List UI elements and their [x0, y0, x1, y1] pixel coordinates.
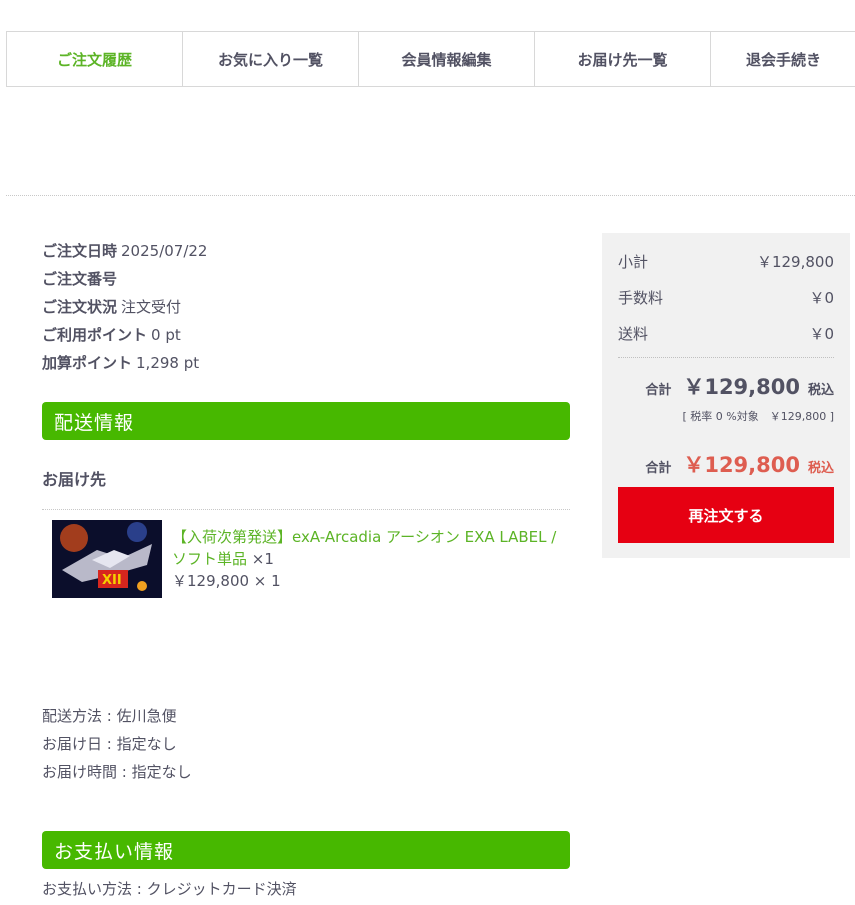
product-name-link[interactable]: 【入荷次第発送】exA-Arcadia アーシオン EXA LABEL / ソフ…	[172, 526, 572, 570]
svg-text:XII: XII	[102, 573, 122, 588]
subtotal-row: 小計 ￥129,800	[618, 251, 834, 272]
tab-order-history[interactable]: ご注文履歴	[7, 32, 183, 86]
fee-value: ￥0	[809, 289, 834, 307]
product-thumbnail[interactable]: XII	[52, 520, 162, 598]
grand-total-row: 合計 ￥129,800 税込	[618, 449, 834, 479]
fee-label: 手数料	[618, 289, 664, 307]
tax-rate-note: [ 税率 0 %対象 ￥129,800 ]	[682, 410, 834, 423]
subtotal-label: 小計	[618, 253, 649, 271]
shipping-section-header: 配送情報	[42, 402, 570, 440]
used-points-value: 0 pt	[151, 326, 181, 344]
mypage-nav-tabs: ご注文履歴 お気に入り一覧 会員情報編集 お届け先一覧 退会手続き	[6, 31, 855, 87]
order-summary-box: 小計 ￥129,800 手数料 ￥0 送料 ￥0 合計 ￥129,800 税込 …	[602, 233, 850, 558]
shipping-fee-value: ￥0	[809, 325, 834, 343]
order-status-value: 注文受付	[121, 298, 182, 316]
grand-total-value: ￥129,800	[683, 453, 800, 477]
added-points-value: 1,298 pt	[136, 354, 200, 372]
tab-withdraw[interactable]: 退会手続き	[711, 32, 855, 86]
payment-section-header: お支払い情報	[42, 831, 570, 869]
shipping-details: 配送方法 : 佐川急便 お届け日 : 指定なし お届け時間 : 指定なし	[42, 702, 192, 786]
product-quantity: ×1	[251, 550, 274, 568]
order-date-label: ご注文日時	[42, 242, 118, 260]
product-name: 【入荷次第発送】exA-Arcadia アーシオン EXA LABEL / ソフ…	[172, 528, 557, 568]
total-tax-label: 税込	[807, 383, 834, 398]
grand-total-label: 合計	[645, 461, 672, 476]
delivery-date: お届け日 : 指定なし	[42, 735, 177, 753]
subtotal-value: ￥129,800	[756, 253, 834, 271]
total-value: ￥129,800	[683, 375, 800, 399]
payment-method: お支払い方法 : クレジットカード決済	[42, 880, 297, 898]
summary-divider	[618, 357, 834, 358]
reorder-button[interactable]: 再注文する	[618, 487, 834, 543]
order-date-value: 2025/07/22	[121, 242, 208, 260]
destination-divider	[42, 509, 570, 510]
grand-total-tax-label: 税込	[807, 461, 834, 476]
order-info: ご注文日時 2025/07/22 ご注文番号 ご注文状況 注文受付 ご利用ポイント 0…	[42, 237, 207, 377]
delivery-time: お届け時間 : 指定なし	[42, 763, 192, 781]
added-points-label: 加算ポイント	[42, 354, 133, 372]
shipping-fee-row: 送料 ￥0	[618, 323, 834, 344]
shipping-method: 配送方法 : 佐川急便	[42, 707, 177, 725]
shipping-fee-label: 送料	[618, 325, 649, 343]
tab-favorites[interactable]: お気に入り一覧	[183, 32, 359, 86]
total-label: 合計	[645, 383, 672, 398]
order-number-label: ご注文番号	[42, 270, 118, 288]
order-status-label: ご注文状況	[42, 298, 118, 316]
tab-member-info[interactable]: 会員情報編集	[359, 32, 535, 86]
total-row: 合計 ￥129,800 税込	[618, 371, 834, 401]
used-points-label: ご利用ポイント	[42, 326, 148, 344]
product-price-line: ￥129,800 × 1	[172, 572, 281, 590]
destination-title: お届け先	[42, 470, 107, 489]
tab-delivery-addresses[interactable]: お届け先一覧	[535, 32, 711, 86]
page-divider	[6, 195, 855, 196]
fee-row: 手数料 ￥0	[618, 287, 834, 308]
